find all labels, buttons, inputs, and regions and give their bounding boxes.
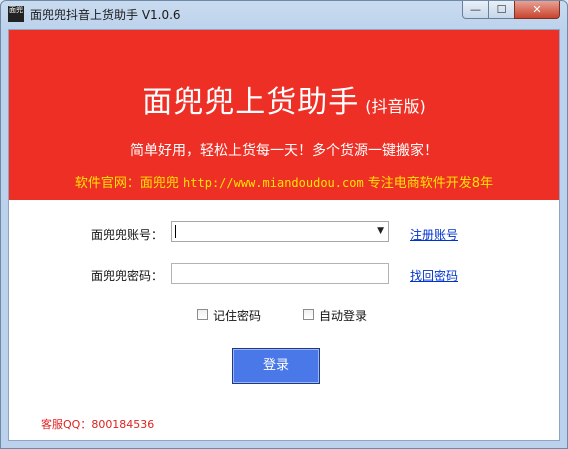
banner-title-main: 面兜兜上货助手 — [142, 85, 360, 120]
banner-title-edition: (抖音版) — [365, 97, 426, 116]
promo-banner: 面兜兜上货助手 (抖音版) 简单好用，轻松上货每一天！多个货源一键搬家！ 软件官网… — [9, 30, 559, 200]
customer-service-qq: 客服QQ：800184536 — [41, 418, 155, 431]
auto-login-box[interactable] — [303, 309, 314, 320]
account-combobox[interactable]: ▼ — [171, 221, 389, 242]
register-account-link[interactable]: 注册账号 — [410, 226, 458, 243]
remember-password-checkbox[interactable]: 记住密码 — [197, 307, 277, 323]
account-label: 面兜兜账号： — [91, 228, 164, 242]
banner-website: 软件官网：面兜兜 http://www.miandoudou.com 专注电商软… — [9, 172, 559, 191]
app-logo-icon: 面兜 — [8, 6, 24, 22]
auto-login-checkbox[interactable]: 自动登录 — [303, 307, 383, 323]
password-label: 面兜兜密码： — [91, 269, 164, 283]
maximize-button[interactable]: ☐ — [488, 1, 515, 19]
auto-login-label[interactable]: 自动登录 — [319, 307, 367, 324]
password-field[interactable] — [171, 263, 389, 284]
close-button[interactable]: ✕ — [514, 1, 560, 19]
recover-password-link[interactable]: 找回密码 — [410, 267, 458, 284]
text-cursor — [175, 225, 176, 238]
login-button[interactable]: 登录 — [232, 348, 320, 384]
remember-password-label[interactable]: 记住密码 — [213, 307, 261, 324]
banner-title: 面兜兜上货助手 (抖音版) — [9, 77, 559, 121]
dropdown-arrow-icon[interactable]: ▼ — [377, 226, 384, 236]
title-bar[interactable]: 面兜 面兜兜抖音上货助手 V1.0.6 — ☐ ✕ — [1, 1, 567, 27]
app-window: 面兜 面兜兜抖音上货助手 V1.0.6 — ☐ ✕ 面兜兜上货助手 (抖音版) 简… — [0, 0, 568, 449]
login-panel: 面兜兜上货助手 (抖音版) 简单好用，轻松上货每一天！多个货源一键搬家！ 软件官网… — [8, 29, 560, 441]
banner-slogan: 简单好用，轻松上货每一天！多个货源一键搬家！ — [130, 143, 438, 159]
website-suffix: 专注电商软件开发8年 — [363, 176, 494, 191]
window-title: 面兜兜抖音上货助手 V1.0.6 — [30, 8, 181, 22]
remember-password-box[interactable] — [197, 309, 208, 320]
website-url: http://www.miandoudou.com — [183, 176, 364, 190]
website-prefix: 软件官网：面兜兜 — [74, 176, 184, 191]
minimize-button[interactable]: — — [462, 1, 489, 19]
